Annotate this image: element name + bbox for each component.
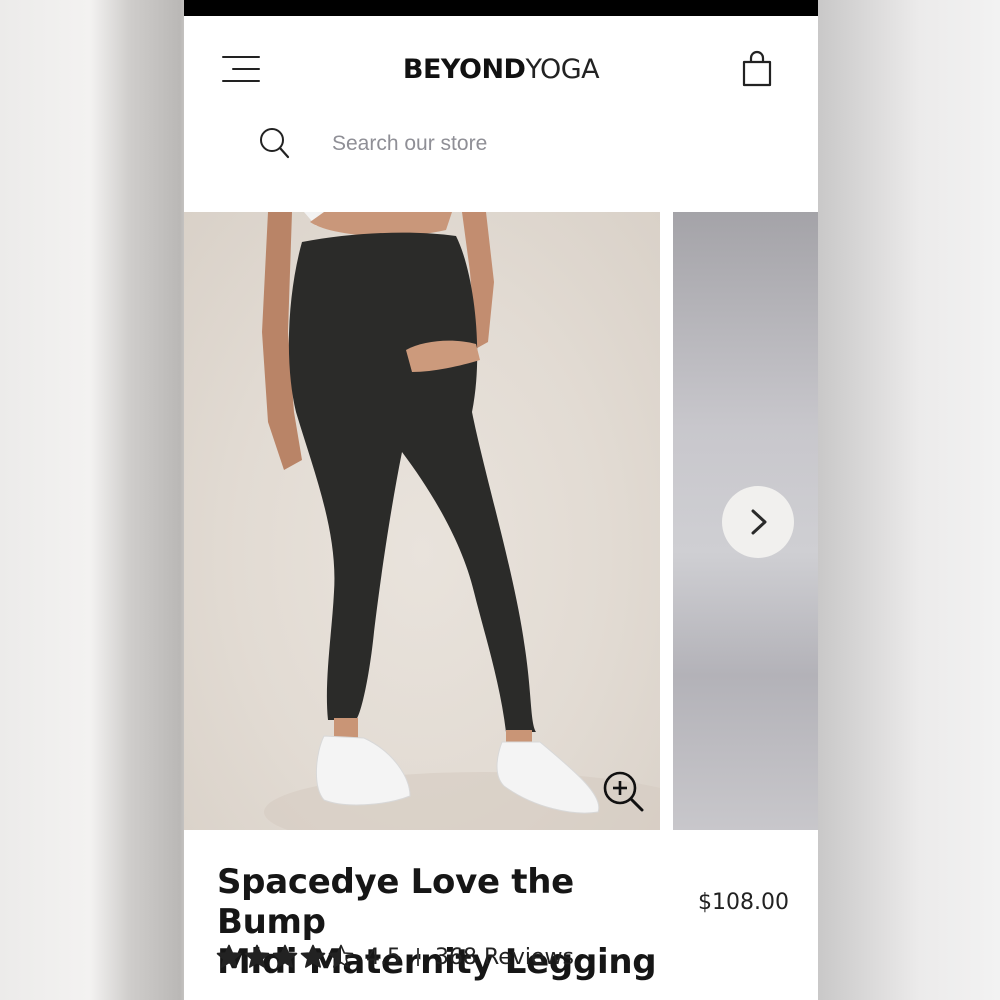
next-image-button[interactable] [722,486,794,558]
product-photo[interactable] [184,212,660,830]
zoom-in-icon[interactable] [602,770,646,814]
logo-beyond: BEYOND [402,54,526,85]
logo-yoga: YOGA [525,54,600,85]
status-bar [184,0,818,16]
star-icon [244,944,270,968]
product-info: Spacedye Love the Bump Midi Maternity Le… [184,830,818,1000]
product-gallery [184,212,818,830]
rating-value: 4.5 [366,944,401,970]
star-icon [328,944,354,968]
phone-screen: BEYONDYOGA Search our store Spacedye Lov… [184,0,818,1000]
product-price: $108.00 [698,890,789,915]
search-bar[interactable] [184,126,818,182]
star-icon [300,944,326,968]
rating-summary[interactable]: 4.5 368 Reviews [216,942,574,972]
search-icon[interactable] [258,126,292,160]
shopping-bag-icon[interactable] [741,50,773,88]
model-in-leggings-illustration [262,212,660,830]
chevron-right-icon [751,509,767,535]
site-header: BEYONDYOGA [184,16,818,212]
search-input[interactable] [330,128,754,160]
reviews-link[interactable]: 368 Reviews [435,945,574,970]
star-rating [216,944,354,970]
star-icon [216,944,242,968]
divider [417,948,419,966]
brand-logo[interactable]: BEYONDYOGA [184,52,818,86]
star-icon [272,944,298,968]
product-title-line-1: Spacedye Love the Bump [217,862,574,942]
